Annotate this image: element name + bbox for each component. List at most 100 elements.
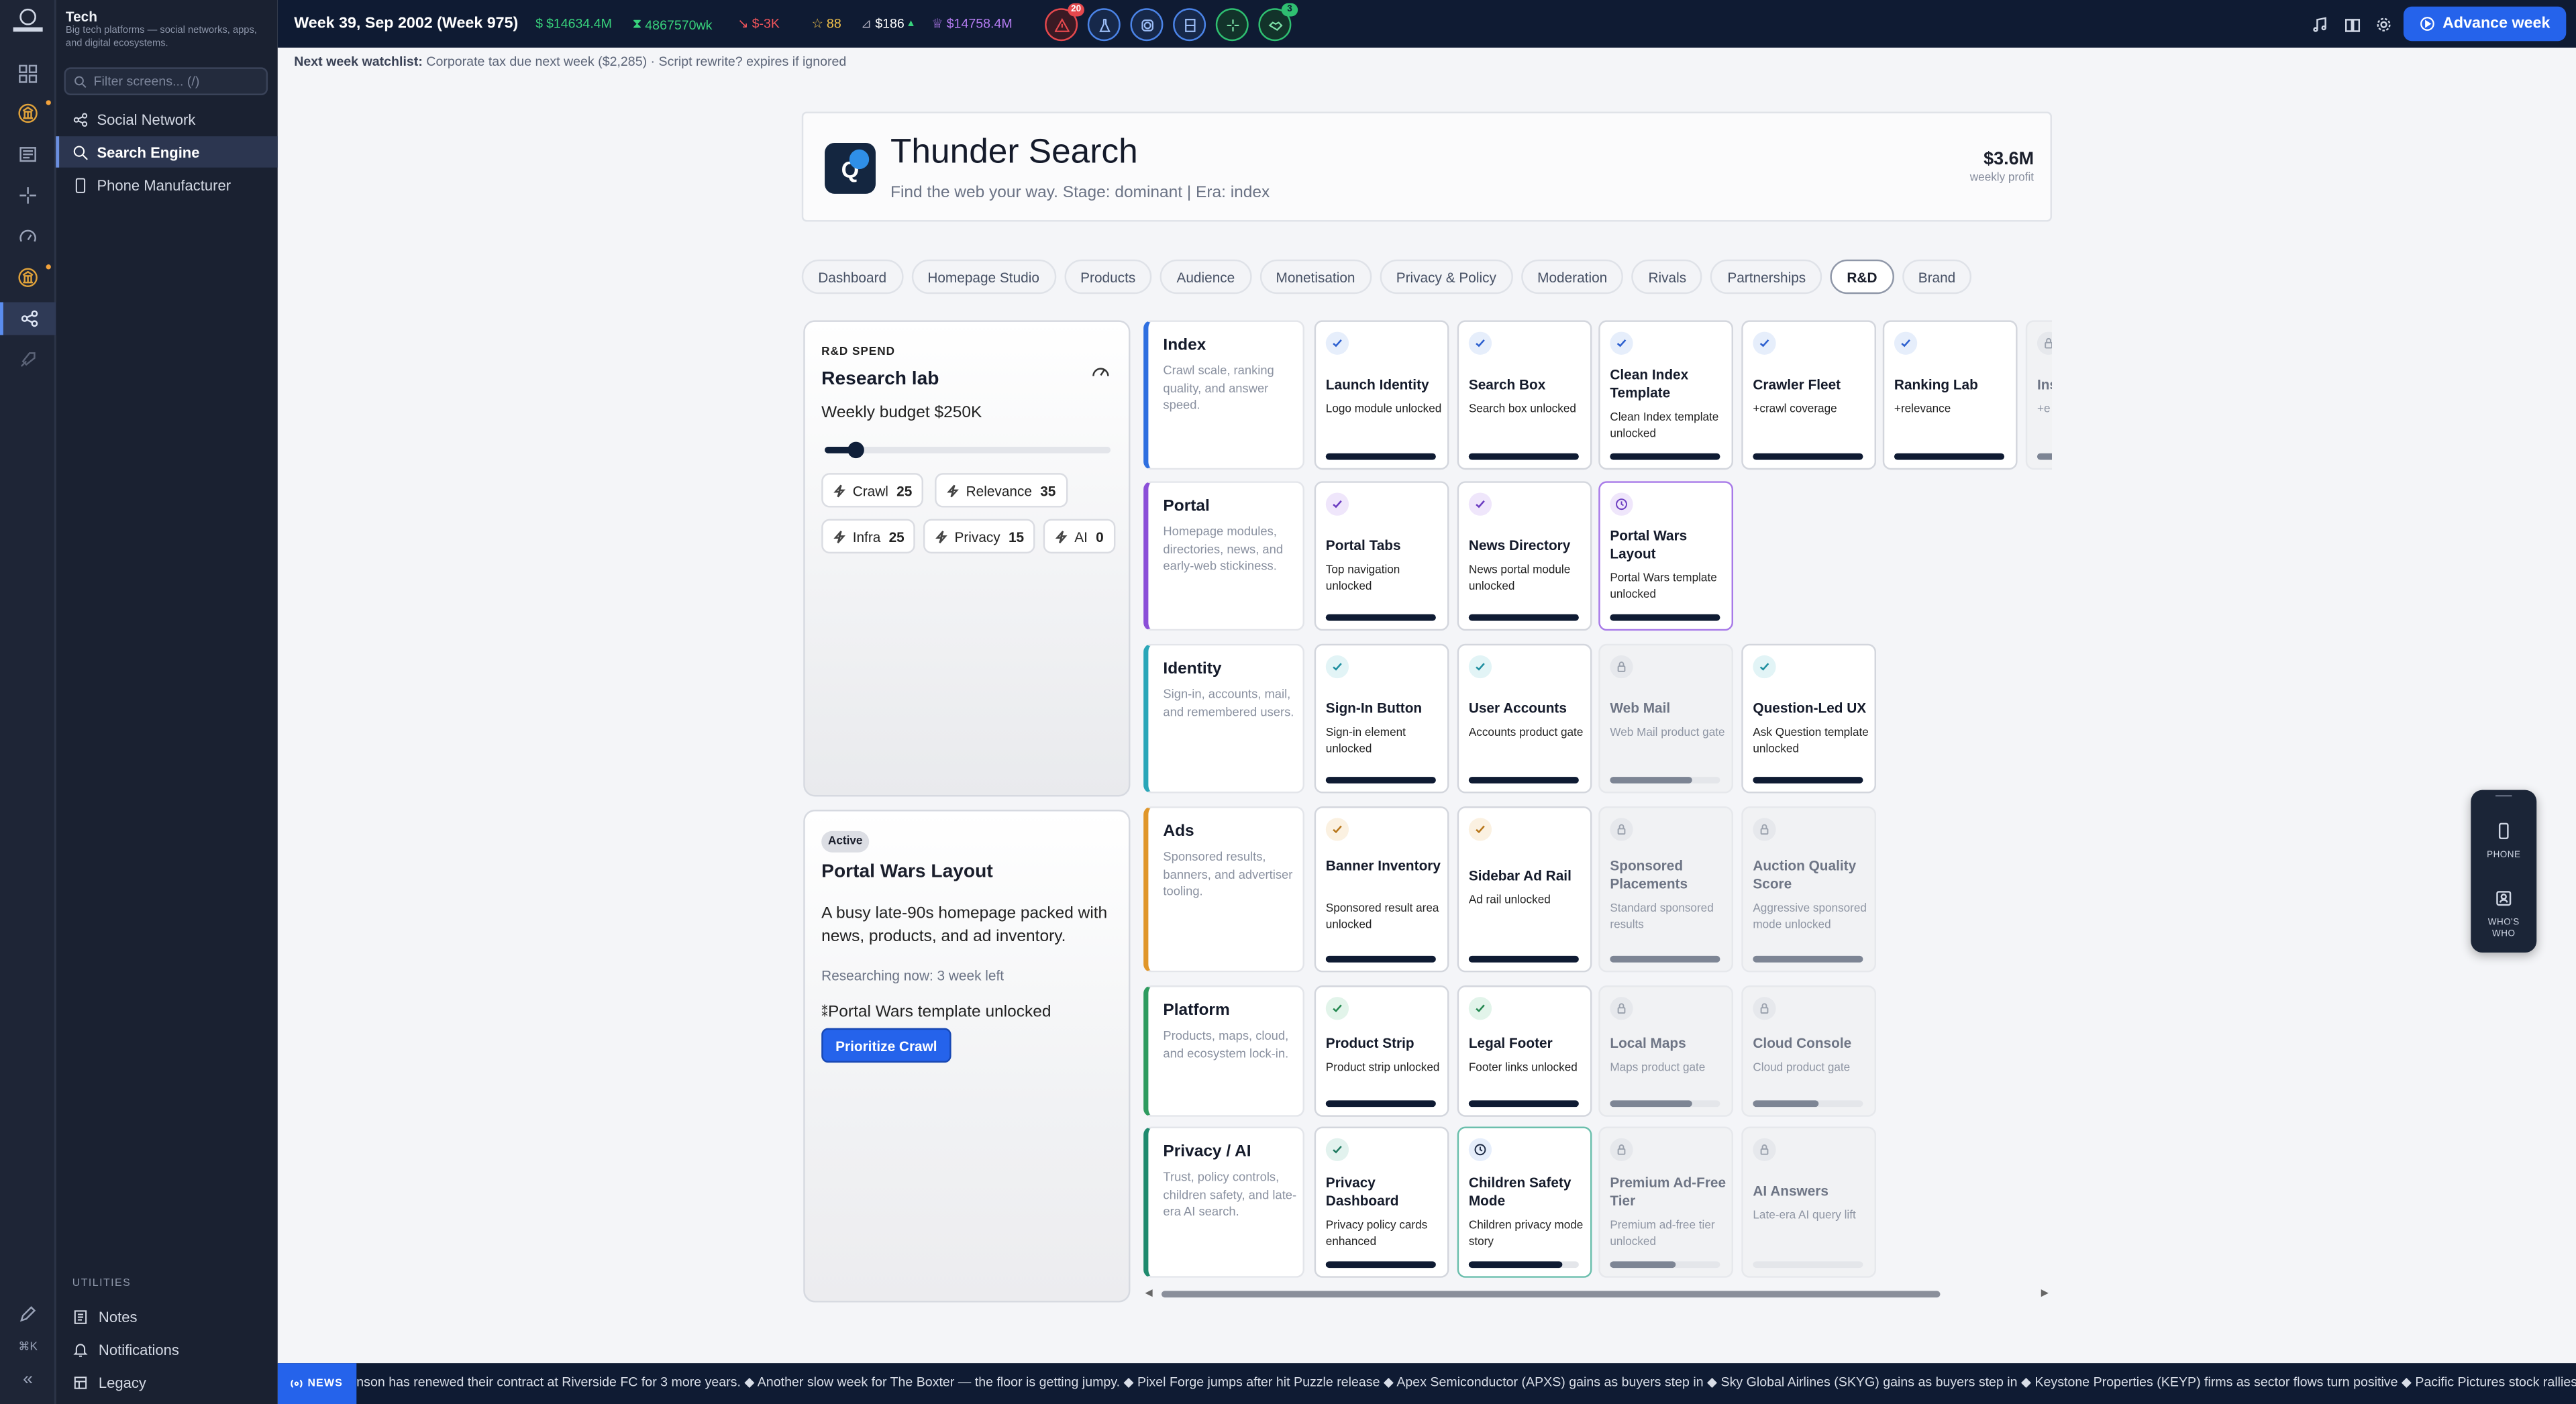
settings-circle-button[interactable] [1130,8,1164,42]
scrollbar-thumb[interactable] [1161,1291,1941,1298]
tech-card-clean-index-template[interactable]: Clean Index Template Clean Index template… [1598,320,1733,470]
advance-week-button[interactable]: Advance week [2403,6,2567,42]
lane-ads: Ads Sponsored results, banners, and adver… [1143,806,1304,973]
tech-card-user-accounts[interactable]: User Accounts Accounts product gate [1457,643,1592,794]
sparkle-icon[interactable] [11,179,44,212]
chip-label: Crawl [852,482,888,499]
tech-card-description: Children privacy mode story [1468,1220,1584,1248]
chip-relevance[interactable]: Relevance 35 [935,473,1068,508]
tech-card-auction-quality-score[interactable]: Auction Quality Score Aggressive sponsore… [1741,806,1877,973]
tech-card-portal-wars-layout[interactable]: Portal Wars Layout Portal Wars template u… [1598,481,1733,631]
budget-slider-handle[interactable] [847,441,865,459]
tech-card-question-led-ux[interactable]: Question-Led UX Ask Question template unl… [1741,643,1877,794]
tech-card-progress [1325,1261,1436,1268]
tech-card-title: Local Maps [1610,1034,1686,1051]
utilities-heading: UTILITIES [72,1277,132,1289]
tech-card-description: Premium ad-free tier unlocked [1610,1220,1715,1248]
alert-dot [46,264,51,270]
tech-card-banner-inventory[interactable]: Banner Inventory Sponsored result area un… [1314,806,1449,973]
tech-card-ins[interactable]: Ins +e lat [2025,320,2052,470]
tab-moderation[interactable]: Moderation [1521,259,1624,294]
tech-card-premium-ad-free-tier[interactable]: Premium Ad-Free Tier Premium ad-free tier… [1598,1126,1733,1278]
utility-notifications[interactable]: Notifications [56,1336,278,1365]
chip-privacy[interactable]: Privacy 15 [923,519,1036,554]
chip-crawl[interactable]: Crawl 25 [821,473,924,508]
income-value: 4867570wk [645,17,713,32]
music-icon[interactable] [2308,13,2331,36]
tech-card-privacy-dashboard[interactable]: Privacy Dashboard Privacy policy cards en… [1314,1126,1449,1278]
tech-card-title: Clean Index Template [1610,366,1689,401]
tech-card-local-maps[interactable]: Local Maps Maps product gate [1598,985,1733,1117]
lab-button[interactable] [1087,8,1121,42]
scroll-left-icon[interactable]: ◀ [1145,1287,1152,1299]
tech-card-cloud-console[interactable]: Cloud Console Cloud product gate [1741,985,1877,1117]
sidebar-item-search-engine[interactable]: Search Engine [56,136,278,168]
tech-card-ai-answers[interactable]: AI Answers Late-era AI query lift [1741,1126,1877,1278]
gear-icon[interactable] [2372,13,2395,36]
tech-card-children-safety-mode[interactable]: Children Safety Mode Children privacy mod… [1457,1126,1592,1278]
tech-card-ranking-lab[interactable]: Ranking Lab +relevance [1882,320,2018,470]
gauge-icon[interactable] [11,220,44,253]
chip-ai[interactable]: AI 0 [1043,519,1115,554]
tech-card-product-strip[interactable]: Product Strip Product strip unlocked [1314,985,1449,1117]
newspaper-icon[interactable] [11,138,44,171]
tab-rivals[interactable]: Rivals [1631,259,1703,294]
bank-icon[interactable] [11,97,44,129]
tab-r-d[interactable]: R&D [1830,259,1894,294]
command-shortcut[interactable]: ⌘K [11,1330,44,1363]
tech-tree-scrollbar[interactable]: ◀ ▶ [1145,1287,2049,1301]
tab-audience[interactable]: Audience [1160,259,1251,294]
chip-infra[interactable]: Infra 25 [821,519,916,554]
handshake-icon [1268,20,1282,30]
tech-card-sponsored-placements[interactable]: Sponsored Placements Standard sponsored r… [1598,806,1733,973]
tech-card-legal-footer[interactable]: Legal Footer Footer links unlocked [1457,985,1592,1117]
utility-legacy[interactable]: Legacy [56,1368,278,1397]
book-icon[interactable] [2341,13,2364,36]
tab-monetisation[interactable]: Monetisation [1259,259,1372,294]
tech-card-crawler-fleet[interactable]: Crawler Fleet +crawl coverage [1741,320,1877,470]
handshake-button[interactable]: 3 [1258,3,1298,42]
phone-dock-button[interactable]: PHONE [2476,816,2532,861]
tab-dashboard[interactable]: Dashboard [801,259,903,294]
network-icon[interactable] [0,302,56,335]
unlock-text: Portal Wars template unlocked [827,1003,1051,1022]
filter-screens-input[interactable]: Filter screens... (/) [64,67,268,96]
sidebar-item-social-network[interactable]: Social Network [56,103,278,135]
tech-card-title: Sponsored Placements [1610,857,1688,892]
sidebar-item-phone-manufacturer[interactable]: Phone Manufacturer [56,169,278,201]
tech-card-sign-in-button[interactable]: Sign-In Button Sign-in element unlocked [1314,643,1449,794]
grid-icon[interactable] [11,58,44,91]
tech-card-sidebar-ad-rail[interactable]: Sidebar Ad Rail Ad rail unlocked [1457,806,1592,973]
collapse-sidebar-button[interactable]: « [11,1363,44,1396]
chip-label: Privacy [954,528,1000,545]
tech-card-portal-tabs[interactable]: Portal Tabs Top navigation unlocked [1314,481,1449,631]
prioritize-crawl-button[interactable]: Prioritize Crawl [821,1028,951,1063]
tech-card-launch-identity[interactable]: Launch Identity Logo module unlocked [1314,320,1449,470]
tab-brand[interactable]: Brand [1902,259,1972,294]
whos-who-dock-button[interactable]: WHO'S WHO [2476,883,2532,941]
tech-card-search-box[interactable]: Search Box Search box unlocked [1457,320,1592,470]
tech-tree: Index Crawl scale, ranking quality, and a… [1143,320,2052,1281]
tab-homepage-studio[interactable]: Homepage Studio [911,259,1056,294]
dollar-icon: $ [535,16,544,32]
pencil-icon[interactable] [11,1297,44,1330]
budget-slider[interactable] [825,441,1111,459]
rocket-icon[interactable] [11,343,44,376]
drag-handle[interactable] [2495,794,2512,797]
notes-icon [74,1310,87,1324]
check-icon [1468,331,1492,355]
tab-partnerships[interactable]: Partnerships [1710,259,1822,294]
tech-card-news-directory[interactable]: News Directory News portal module unlocke… [1457,481,1592,631]
utility-label: Notes [98,1309,138,1326]
tab-products[interactable]: Products [1064,259,1152,294]
utility-notes[interactable]: Notes [56,1303,278,1332]
growth-button[interactable] [1215,8,1249,42]
bank-icon[interactable] [11,261,44,294]
tech-card-web-mail[interactable]: Web Mail Web Mail product gate [1598,643,1733,794]
tab-privacy-policy[interactable]: Privacy & Policy [1380,259,1513,294]
alert-button[interactable]: 20 [1045,3,1084,42]
lane-row: Identity Sign-in, accounts, mail, and rem… [1143,643,2052,794]
tech-card-description: Sign-in element unlocked [1325,727,1406,755]
scroll-right-icon[interactable]: ▶ [2041,1287,2049,1299]
film-button[interactable] [1173,8,1206,42]
